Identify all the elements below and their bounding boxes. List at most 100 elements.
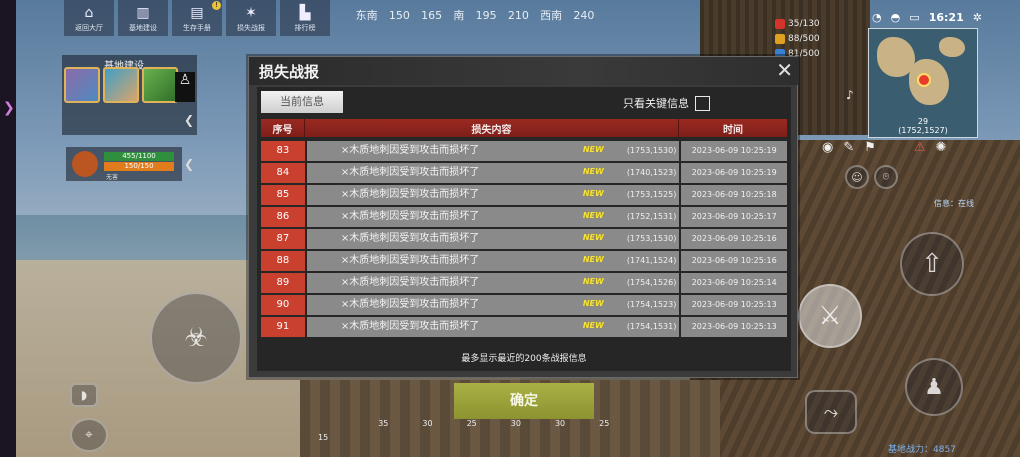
loss-coordinates[interactable]: (1741,1524) bbox=[627, 251, 677, 271]
knife-icon: ⚔ bbox=[818, 301, 842, 331]
key-filter-checkbox[interactable] bbox=[695, 95, 710, 111]
map-coordinates: 29 (1752,1527) bbox=[898, 117, 948, 135]
row-content: ×木质地刺因受到攻击而损坏了 NEW (1752,1531) bbox=[306, 207, 680, 227]
menu-loss-report[interactable]: ✶ 损失战报 bbox=[226, 0, 276, 36]
loss-description: ×木质地刺因受到攻击而损坏了 bbox=[340, 211, 480, 222]
table-row[interactable]: 88 ×木质地刺因受到攻击而损坏了 NEW (1741,1524) 2023-0… bbox=[261, 251, 787, 271]
row-content: ×木质地刺因受到攻击而损坏了 NEW (1754,1523) bbox=[306, 295, 680, 315]
footer-note: 最多显示最近的200条战报信息 bbox=[461, 354, 587, 364]
movement-joystick[interactable]: ☣ bbox=[150, 292, 242, 384]
whistle-icon: ◗ bbox=[80, 388, 88, 402]
loss-coordinates[interactable]: (1740,1523) bbox=[627, 163, 677, 183]
table-row[interactable]: 89 ×木质地刺因受到攻击而损坏了 NEW (1754,1526) 2023-0… bbox=[261, 273, 787, 293]
base-panel-person-button[interactable]: ♙ bbox=[175, 72, 195, 102]
dialog-body: 当前信息 只看关键信息 序号 损失内容 时间 83 ×木质地刺因受到攻击而损坏了… bbox=[257, 87, 791, 371]
menu-survival-manual[interactable]: ▤ 生存手册 ! bbox=[172, 0, 222, 36]
collapse-chevron-left-icon[interactable]: ❮ bbox=[184, 113, 194, 127]
report-list[interactable]: 83 ×木质地刺因受到攻击而损坏了 NEW (1753,1530) 2023-0… bbox=[261, 141, 787, 363]
table-row[interactable]: 83 ×木质地刺因受到攻击而损坏了 NEW (1753,1530) 2023-0… bbox=[261, 141, 787, 161]
helmet-icon[interactable]: ◉ bbox=[822, 140, 833, 155]
table-row[interactable]: 90 ×木质地刺因受到攻击而损坏了 NEW (1754,1523) 2023-0… bbox=[261, 295, 787, 315]
hotbar-tick: 25 bbox=[599, 419, 610, 428]
avatar[interactable] bbox=[142, 67, 178, 103]
compass-bar: 东南 150 165 南 195 210 西南 240 bbox=[350, 0, 600, 30]
loss-coordinates[interactable]: (1753,1530) bbox=[627, 141, 677, 161]
health-stat: 35/130 bbox=[775, 16, 820, 31]
menu-ranking[interactable]: ▙ 排行榜 bbox=[280, 0, 330, 36]
whistle-button[interactable]: ◗ bbox=[70, 383, 98, 407]
row-number: 90 bbox=[261, 295, 305, 315]
warning-icon[interactable]: ⚠ bbox=[914, 140, 926, 155]
base-hp-bar: 455/1100 bbox=[104, 152, 174, 161]
loss-coordinates[interactable]: (1753,1525) bbox=[627, 185, 677, 205]
map-island bbox=[939, 37, 965, 57]
prone-icon: ⤳ bbox=[823, 401, 839, 423]
hotbar-tick: 35 bbox=[378, 419, 389, 428]
row-time: 2023-06-09 10:25:17 bbox=[681, 207, 787, 227]
loss-description: ×木质地刺因受到攻击而损坏了 bbox=[340, 321, 480, 332]
hotbar-tick: 25 bbox=[466, 419, 477, 428]
pin-icon: ⌖ bbox=[85, 427, 93, 443]
loss-coordinates[interactable]: (1754,1531) bbox=[627, 317, 677, 337]
compass-label: 165 bbox=[421, 8, 443, 22]
crouch-button[interactable]: ♟ bbox=[905, 358, 963, 416]
hotbar: 15 35 30 25 30 30 25 bbox=[318, 400, 718, 442]
microphone-icon[interactable]: ♪ bbox=[846, 88, 854, 102]
new-badge: NEW bbox=[582, 321, 604, 330]
avatar[interactable] bbox=[103, 67, 139, 103]
column-header-time: 时间 bbox=[723, 124, 743, 136]
table-row[interactable]: 87 ×木质地刺因受到攻击而损坏了 NEW (1753,1530) 2023-0… bbox=[261, 229, 787, 249]
compass-label: 210 bbox=[507, 8, 529, 22]
loss-description: ×木质地刺因受到攻击而损坏了 bbox=[340, 277, 480, 288]
base-power-text: 基地战力：4857 bbox=[888, 445, 956, 455]
compass-label: 240 bbox=[573, 8, 595, 22]
loss-coordinates[interactable]: (1752,1531) bbox=[627, 207, 677, 227]
row-content: ×木质地刺因受到攻击而损坏了 NEW (1754,1526) bbox=[306, 273, 680, 293]
jump-button[interactable]: ⇧ bbox=[900, 232, 964, 296]
settings-gear-icon[interactable]: ✲ bbox=[973, 11, 982, 24]
table-row[interactable]: 85 ×木质地刺因受到攻击而损坏了 NEW (1753,1525) 2023-0… bbox=[261, 185, 787, 205]
player-location-marker bbox=[917, 73, 931, 87]
menu-return-lobby[interactable]: ⌂ 返回大厅 bbox=[64, 0, 114, 36]
hotbar-tick: 30 bbox=[422, 419, 433, 428]
new-badge: NEW bbox=[582, 255, 604, 264]
marker-button[interactable]: ⌾ bbox=[874, 165, 898, 189]
food-stat: 88/500 bbox=[775, 31, 820, 46]
base-energy-bar: 150/150 bbox=[104, 162, 174, 171]
loss-coordinates[interactable]: (1754,1526) bbox=[627, 273, 677, 293]
prone-button[interactable]: ⤳ bbox=[805, 390, 857, 434]
tool-icon[interactable]: ✎ bbox=[843, 140, 854, 155]
table-row[interactable]: 84 ×木质地刺因受到攻击而损坏了 NEW (1740,1523) 2023-0… bbox=[261, 163, 787, 183]
new-badge: NEW bbox=[582, 277, 604, 286]
minimap[interactable]: 29 (1752,1527) bbox=[868, 28, 978, 138]
row-content: ×木质地刺因受到攻击而损坏了 NEW (1740,1523) bbox=[306, 163, 680, 183]
map-pin-button[interactable]: ⌖ bbox=[70, 418, 108, 452]
emote-button[interactable]: ☺ bbox=[845, 165, 869, 189]
side-drawer-arrow-icon[interactable]: ❯ bbox=[3, 100, 15, 116]
table-row[interactable]: 86 ×木质地刺因受到攻击而损坏了 NEW (1752,1531) 2023-0… bbox=[261, 207, 787, 227]
row-time: 2023-06-09 10:25:16 bbox=[681, 251, 787, 271]
tab-current-info[interactable]: 当前信息 bbox=[261, 91, 343, 113]
column-header-number: 序号 bbox=[261, 119, 305, 137]
avatar[interactable] bbox=[64, 67, 100, 103]
row-number: 88 bbox=[261, 251, 305, 271]
row-content: ×木质地刺因受到攻击而损坏了 NEW (1754,1531) bbox=[306, 317, 680, 337]
attack-knife-button[interactable]: ⚔ bbox=[798, 284, 862, 348]
emote-icon: ☺ bbox=[851, 170, 863, 184]
location-icon: ⌾ bbox=[882, 170, 890, 183]
table-row[interactable]: 91 ×木质地刺因受到攻击而损坏了 NEW (1754,1531) 2023-0… bbox=[261, 317, 787, 337]
loss-coordinates[interactable]: (1754,1523) bbox=[627, 295, 677, 315]
signal-icon: ◔ bbox=[872, 10, 882, 24]
key-info-filter[interactable]: 只看关键信息 bbox=[623, 95, 710, 111]
menu-base-building[interactable]: ▥ 基地建设 bbox=[118, 0, 168, 36]
close-icon[interactable]: ✕ bbox=[776, 59, 793, 81]
gear-icon[interactable]: ✺ bbox=[936, 140, 947, 155]
row-content: ×木质地刺因受到攻击而损坏了 NEW (1753,1525) bbox=[306, 185, 680, 205]
row-number: 87 bbox=[261, 229, 305, 249]
loss-coordinates[interactable]: (1753,1530) bbox=[627, 229, 677, 249]
new-badge: NEW bbox=[582, 145, 604, 154]
collapse-chevron-left-icon[interactable]: ❮ bbox=[184, 157, 194, 171]
row-time: 2023-06-09 10:25:13 bbox=[681, 295, 787, 315]
flag-icon[interactable]: ⚑ bbox=[864, 140, 876, 155]
row-number: 86 bbox=[261, 207, 305, 227]
